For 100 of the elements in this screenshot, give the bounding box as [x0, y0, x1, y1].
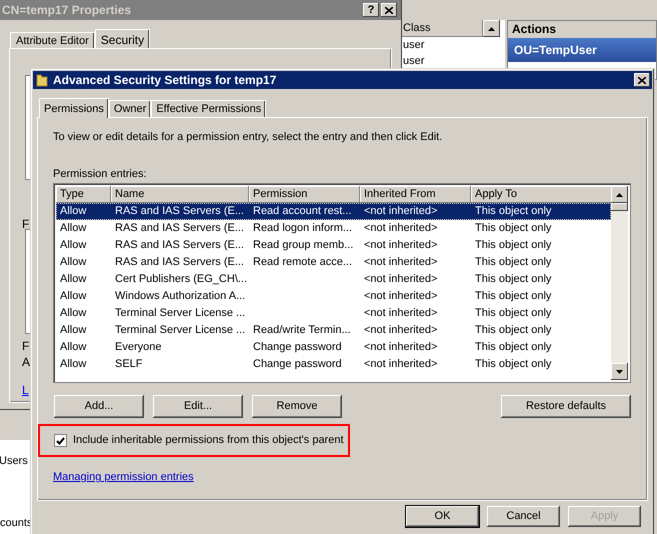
table-cell-text: This object only [474, 221, 552, 236]
table-cell-text: <not inherited> [363, 340, 438, 355]
table-cell-text: This object only [474, 238, 552, 253]
close-icon [638, 76, 646, 84]
table-cell-text: Allow [59, 340, 88, 355]
table-cell-text: Terminal Server License ... [114, 306, 246, 321]
actions-item[interactable]: OU=TempUser [508, 38, 656, 62]
tab[interactable]: Security [94, 29, 150, 49]
table-cell-text: <not inherited> [363, 323, 438, 338]
tab[interactable]: Owner [108, 100, 152, 117]
table-cell-text: SELF [114, 357, 144, 372]
checkbox[interactable] [54, 434, 67, 447]
entries-label: Permission entries: [53, 167, 148, 181]
dialog-button[interactable]: Restore defaults [500, 394, 632, 419]
dialog-button[interactable]: Add... [53, 394, 145, 419]
permission-row[interactable]: Allow Cert Publishers (EG_CH\... <not inherited> This object only [56, 271, 611, 288]
table-cell-text: Windows Authorization A... [114, 289, 246, 304]
scroll-up-icon[interactable] [483, 20, 500, 37]
table-cell-text: <not inherited> [363, 272, 438, 287]
tab[interactable]: Attribute Editor [10, 32, 95, 49]
column-header[interactable]: Apply To [471, 186, 611, 203]
tab[interactable]: Effective Permissions [151, 100, 266, 117]
table-cell-text: Read remote acce... [252, 255, 354, 270]
table-cell-text: This object only [474, 204, 552, 219]
table-cell-text: RAS and IAS Servers (E... [114, 255, 245, 270]
table-cell-text: Allow [59, 272, 88, 287]
scroll-thumb[interactable] [611, 203, 628, 211]
column-header[interactable]: Inherited From [360, 186, 471, 203]
close-button[interactable] [634, 73, 650, 87]
scroll-down-icon[interactable] [611, 363, 628, 380]
dialog-button[interactable]: OK [405, 505, 480, 528]
dialog-button[interactable]: Remove [251, 394, 343, 419]
permission-row[interactable]: Allow SELF Change password <not inherited> This object only [56, 356, 611, 373]
column-header[interactable]: Type [56, 186, 111, 203]
table-cell-text: Read group memb... [252, 238, 354, 253]
folder-icon [35, 73, 49, 87]
table-cell-text: Allow [59, 255, 88, 270]
table-cell-text: Allow [59, 221, 88, 236]
table-cell-text: Change password [252, 357, 343, 372]
permission-row[interactable]: Allow RAS and IAS Servers (E... Read group memb... <not inherited> This object only [56, 237, 611, 254]
table-cell-text: Allow [59, 289, 88, 304]
permission-row[interactable]: Allow Terminal Server License ... <not inherited> This object only [56, 305, 611, 322]
table-cell-text: <not inherited> [363, 221, 438, 236]
table-cell-text: This object only [474, 306, 552, 321]
table-cell-text: Allow [59, 323, 88, 338]
list-item[interactable]: user [401, 53, 505, 69]
column-header[interactable]: Permission [249, 186, 360, 203]
table-cell-text: <not inherited> [363, 306, 438, 321]
label: F [22, 338, 30, 355]
permission-row[interactable]: Allow RAS and IAS Servers (E... Read account rest... <not inherited> This object only [56, 203, 611, 220]
table-cell-text: Allow [59, 357, 88, 372]
table-cell-text: Everyone [114, 340, 162, 355]
scroll-up-icon[interactable] [611, 186, 628, 203]
column-header[interactable]: Class [401, 20, 483, 37]
table-cell-text: Allow [59, 306, 88, 321]
table-cell-text: Change password [252, 340, 343, 355]
close-button[interactable] [381, 3, 397, 17]
table-cell-text: <not inherited> [363, 289, 438, 304]
table-cell-text: This object only [474, 357, 552, 372]
table-cell-text: <not inherited> [363, 357, 438, 372]
permission-row[interactable]: Allow RAS and IAS Servers (E... Read logon inform... <not inherited> This object only [56, 220, 611, 237]
dialog-button[interactable]: Cancel [486, 505, 561, 528]
table-cell-text: This object only [474, 272, 552, 287]
table-cell-text: Read/write Termin... [252, 323, 352, 338]
table-cell-text: Allow [59, 204, 88, 219]
help-link[interactable]: Managing permission entries [53, 469, 194, 486]
table-cell-text: This object only [474, 340, 552, 355]
table-cell-text: Read logon inform... [252, 221, 354, 236]
table-cell-text: RAS and IAS Servers (E... [114, 238, 245, 253]
table-cell-text: Allow [59, 238, 88, 253]
table-cell-text: RAS and IAS Servers (E... [114, 204, 245, 219]
table-cell-text: This object only [474, 255, 552, 270]
permission-row[interactable]: Allow Terminal Server License ... Read/write Termin... <not inherited> This object only [56, 322, 611, 339]
table-cell-text: Cert Publishers (EG_CH\... [114, 272, 248, 287]
label: F [22, 216, 30, 233]
table-cell-text: <not inherited> [363, 204, 438, 219]
table-cell-text: This object only [474, 323, 552, 338]
actions-header: Actions [508, 21, 656, 38]
checkbox-label[interactable]: Include inheritable permissions from this object's parent [73, 432, 344, 449]
label: A [22, 354, 30, 371]
dialog-title: Advanced Security Settings for temp17 [53, 72, 278, 89]
table-cell-text: This object only [474, 289, 552, 304]
permission-row[interactable]: Allow Windows Authorization A... <not inherited> This object only [56, 288, 611, 305]
table-cell-text: RAS and IAS Servers (E... [114, 221, 245, 236]
tab[interactable]: Permissions [39, 98, 109, 118]
table-cell-text: <not inherited> [363, 238, 438, 253]
window-title: CN=temp17 Properties [2, 2, 132, 19]
table-cell-text: Read account rest... [252, 204, 352, 219]
column-header[interactable]: Name [111, 186, 249, 203]
scrollbar[interactable] [611, 186, 628, 380]
link[interactable]: L [22, 381, 29, 399]
permission-row[interactable]: Allow RAS and IAS Servers (E... Read remote acce... <not inherited> This object only [56, 254, 611, 271]
dialog-button[interactable]: Edit... [152, 394, 244, 419]
table-cell-text: <not inherited> [363, 255, 438, 270]
help-button[interactable]: ? [363, 3, 379, 17]
tree-item[interactable]: Users [0, 454, 32, 468]
permission-row[interactable]: Allow Everyone Change password <not inherited> This object only [56, 339, 611, 356]
table-cell-text: Terminal Server License ... [114, 323, 246, 338]
list-item[interactable]: user [401, 37, 505, 53]
description-text: To view or edit details for a permission entry, select the entry and then click Edit. [53, 130, 444, 144]
